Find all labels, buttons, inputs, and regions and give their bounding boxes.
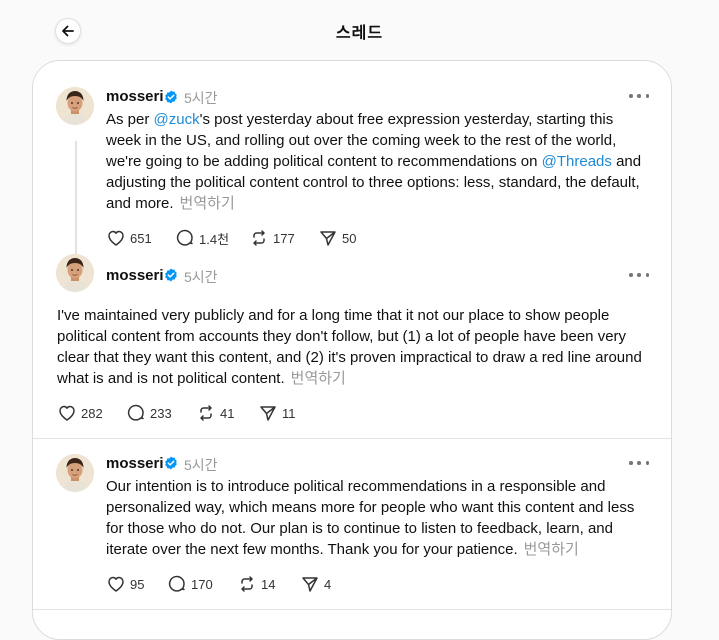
translate-link[interactable]: 번역하기 bbox=[180, 195, 235, 212]
share-count: 11 bbox=[282, 405, 296, 421]
heart-icon bbox=[108, 576, 124, 592]
reply-count: 1.4천 bbox=[199, 231, 230, 247]
send-icon bbox=[260, 406, 276, 421]
repost-count: 177 bbox=[273, 230, 295, 246]
repost-count: 14 bbox=[261, 576, 276, 592]
avatar[interactable] bbox=[56, 254, 94, 292]
reply-button[interactable]: 170 bbox=[167, 573, 213, 595]
like-button[interactable]: 651 bbox=[106, 227, 152, 249]
repost-button[interactable]: 41 bbox=[196, 402, 234, 424]
page-title: 스레드 bbox=[335, 25, 384, 42]
like-count: 95 bbox=[130, 576, 145, 592]
avatar[interactable] bbox=[56, 87, 94, 125]
username[interactable]: mosseri bbox=[106, 267, 164, 284]
repost-count: 41 bbox=[220, 405, 235, 421]
share-button[interactable]: 50 bbox=[318, 227, 356, 249]
share-count: 4 bbox=[324, 576, 332, 592]
comment-icon bbox=[176, 229, 193, 246]
mention-link[interactable]: @zuck bbox=[154, 111, 200, 128]
translate-link[interactable]: 번역하기 bbox=[291, 370, 346, 387]
username[interactable]: mosseri bbox=[106, 455, 164, 472]
verified-badge-icon bbox=[165, 268, 177, 282]
send-icon bbox=[320, 231, 336, 246]
reply-button[interactable]: 1.4천 bbox=[175, 227, 229, 249]
more-options-button[interactable] bbox=[629, 89, 649, 103]
mention-link[interactable]: @Threads bbox=[542, 153, 612, 170]
comment-icon bbox=[127, 404, 144, 421]
avatar[interactable] bbox=[56, 454, 94, 492]
comment-icon bbox=[168, 575, 185, 592]
post-body: I've maintained very publicly and for a … bbox=[57, 307, 642, 387]
verified-badge-icon bbox=[165, 456, 177, 470]
thread-card: mosseri 5시간 As per @zuck's post yesterda… bbox=[32, 60, 672, 640]
repost-icon bbox=[200, 405, 212, 421]
translate-link[interactable]: 번역하기 bbox=[524, 541, 579, 558]
reply-button[interactable]: 233 bbox=[126, 402, 172, 424]
repost-icon bbox=[241, 576, 253, 592]
like-count: 651 bbox=[130, 230, 152, 246]
top-bar: 스레드 bbox=[0, 0, 719, 60]
reply-count: 170 bbox=[191, 576, 213, 592]
share-button[interactable]: 11 bbox=[258, 402, 296, 424]
share-button[interactable]: 4 bbox=[300, 573, 331, 595]
post-body: Our intention is to introduce political … bbox=[106, 478, 635, 558]
reply-count: 233 bbox=[150, 405, 172, 421]
more-options-button[interactable] bbox=[629, 456, 649, 470]
like-count: 282 bbox=[81, 405, 103, 421]
like-button[interactable]: 282 bbox=[57, 402, 103, 424]
verified-badge-icon bbox=[165, 90, 177, 104]
post-divider bbox=[33, 609, 671, 610]
post-actions: 282 233 41 11 bbox=[57, 402, 357, 424]
post-body: As per @zuck's post yesterday about free… bbox=[106, 111, 642, 212]
post-actions: 651 1.4천 177 50 bbox=[106, 227, 406, 249]
more-options-button[interactable] bbox=[629, 268, 649, 282]
username[interactable]: mosseri bbox=[106, 88, 164, 105]
post-divider bbox=[33, 438, 671, 439]
send-icon bbox=[302, 577, 318, 592]
share-count: 50 bbox=[342, 230, 357, 246]
repost-button[interactable]: 14 bbox=[237, 573, 275, 595]
heart-icon bbox=[59, 405, 75, 421]
heart-icon bbox=[108, 230, 124, 246]
post-actions: 95 170 14 4 bbox=[106, 573, 406, 595]
post-time[interactable]: 5시간 bbox=[184, 267, 218, 287]
repost-button[interactable]: 177 bbox=[249, 227, 295, 249]
thread-connector bbox=[75, 141, 77, 269]
like-button[interactable]: 95 bbox=[106, 573, 144, 595]
repost-icon bbox=[253, 230, 265, 246]
post-time[interactable]: 5시간 bbox=[184, 455, 218, 475]
post-time[interactable]: 5시간 bbox=[184, 88, 218, 108]
